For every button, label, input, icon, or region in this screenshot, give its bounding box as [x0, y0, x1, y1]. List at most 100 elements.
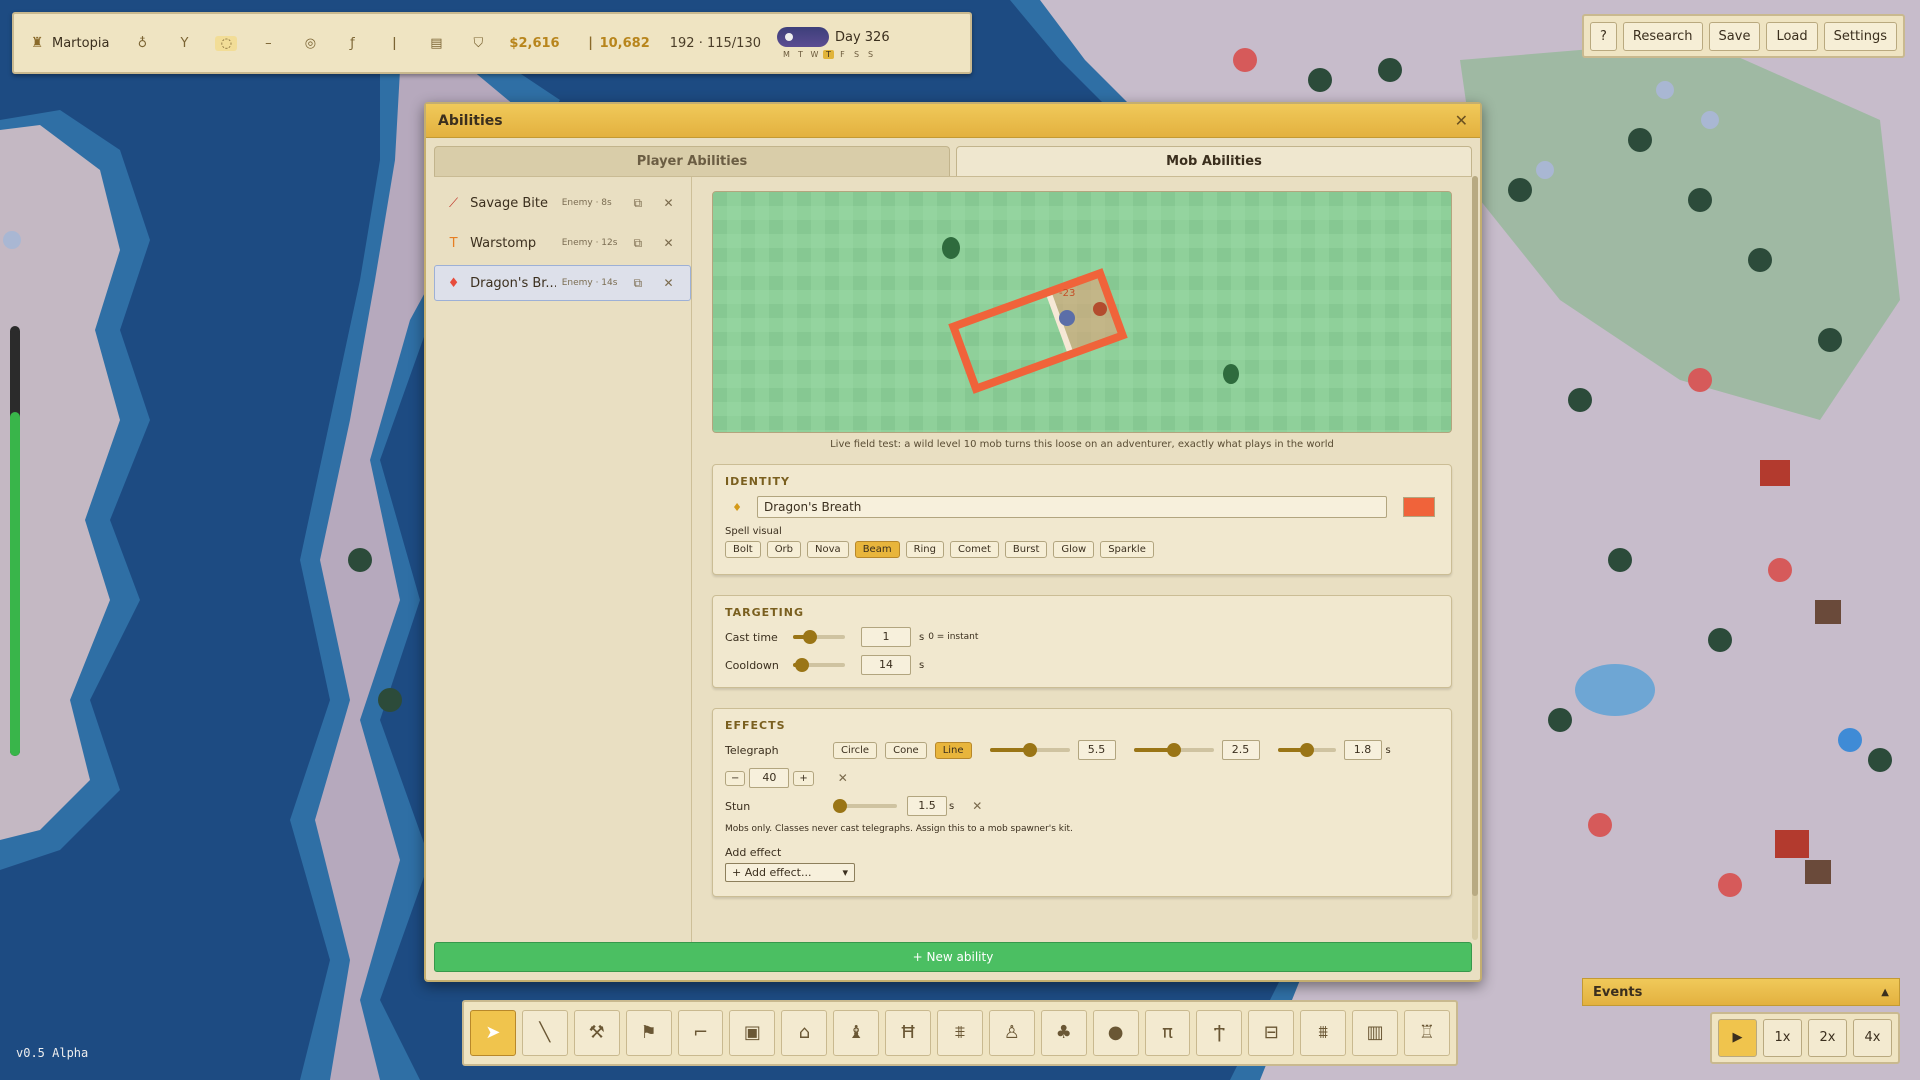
duplicate-icon[interactable]: ⧉ — [626, 236, 649, 251]
torch-icon[interactable]: ǀ — [383, 36, 405, 51]
telegraph-length-input[interactable]: 5.5 — [1077, 740, 1116, 760]
save-button[interactable]: Save — [1708, 21, 1761, 51]
close-icon[interactable]: ✕ — [657, 276, 680, 290]
visual-glow[interactable]: Glow — [1053, 541, 1095, 558]
telegraph-width-slider[interactable] — [1133, 743, 1214, 757]
visual-beam[interactable]: Beam — [854, 541, 900, 558]
dialog-body: ⟋ Savage Bite Enemy · 8s ⧉ ✕ T Warstomp … — [434, 176, 1472, 942]
visual-sparkle[interactable]: Sparkle — [1100, 541, 1154, 558]
list-item[interactable]: T Warstomp Enemy · 12s ⧉ ✕ — [434, 225, 691, 261]
tower-icon[interactable]: ♖ — [1404, 1010, 1450, 1056]
shrine-icon[interactable]: ⩩ — [1300, 1010, 1347, 1056]
visual-burst[interactable]: Burst — [1004, 541, 1048, 558]
shape-cone[interactable]: Cone — [885, 741, 927, 759]
potion-icon[interactable]: ♁ — [131, 36, 153, 51]
targeting-section: TARGETING Cast time 1 s 0 = instant Cool… — [712, 595, 1452, 688]
gem-icon[interactable]: ◎ — [299, 36, 321, 51]
chevron-up-icon[interactable]: ▲ — [1881, 987, 1889, 998]
kingdom-name[interactable]: ♜ Martopia — [28, 35, 110, 51]
tree-icon[interactable]: ♣ — [1040, 1010, 1087, 1056]
bridge-icon[interactable]: ⩨ — [937, 1010, 983, 1056]
stun-slider[interactable] — [833, 799, 897, 813]
statue-icon[interactable]: ♝ — [833, 1010, 880, 1056]
help-button[interactable]: ? — [1590, 21, 1617, 51]
telegraph-width-input[interactable]: 2.5 — [1221, 740, 1260, 760]
flame-icon[interactable]: ♦ — [725, 501, 749, 514]
cast-time-input[interactable]: 1 — [861, 627, 911, 647]
cast-time-note: 0 = instant — [928, 632, 979, 642]
house-icon[interactable]: ⌂ — [781, 1010, 828, 1056]
telegraph-duration-input[interactable]: 1.8 — [1343, 740, 1382, 760]
cursor-icon[interactable]: ➤ — [470, 1010, 516, 1056]
close-icon[interactable]: ✕ — [972, 799, 982, 813]
axe-icon[interactable]: ƒ — [341, 36, 363, 51]
rock-icon[interactable]: ● — [1092, 1010, 1139, 1056]
close-icon[interactable]: ✕ — [838, 771, 848, 785]
ability-meta: Enemy · 12s — [561, 238, 618, 248]
weekday-0: M — [783, 50, 790, 59]
tab-player-abilities[interactable]: Player Abilities — [434, 146, 950, 176]
load-button[interactable]: Load — [1766, 21, 1818, 51]
dialog-scrollbar[interactable] — [1472, 176, 1478, 940]
damage-input[interactable]: 40 — [749, 768, 790, 788]
castle-icon: ♜ — [30, 35, 44, 51]
damage-decrement-button[interactable]: − — [725, 770, 746, 786]
scroll-icon[interactable]: ▤ — [425, 36, 447, 51]
lantern-icon[interactable]: ▥ — [1352, 1010, 1399, 1056]
cart-icon[interactable]: ⊟ — [1248, 1010, 1295, 1056]
bench-icon[interactable]: π — [1144, 1010, 1191, 1056]
ability-meta: Enemy · 14s — [561, 278, 618, 288]
close-icon[interactable]: ✕ — [1455, 111, 1468, 130]
speed-2x-button[interactable]: 2x — [1808, 1019, 1847, 1057]
chest-icon[interactable]: ▣ — [729, 1010, 776, 1056]
play-button[interactable]: ▶ — [1718, 1019, 1757, 1057]
cast-time-slider[interactable] — [793, 630, 845, 644]
telegraph-length-slider[interactable] — [989, 743, 1070, 757]
settings-button[interactable]: Settings — [1823, 21, 1897, 51]
list-item[interactable]: ⟋ Savage Bite Enemy · 8s ⧉ ✕ — [434, 185, 691, 221]
duplicate-icon[interactable]: ⧉ — [626, 196, 649, 211]
visual-nova[interactable]: Nova — [807, 541, 849, 558]
wand-icon[interactable]: ╲ — [521, 1010, 568, 1056]
hammer-icon[interactable]: ⚒ — [573, 1010, 620, 1056]
shape-circle[interactable]: Circle — [833, 741, 878, 759]
telegraph-duration-slider[interactable] — [1277, 743, 1336, 757]
weekday-2: W — [810, 50, 819, 59]
add-effect-select[interactable]: + Add effect... ▾ — [725, 863, 855, 882]
speed-4x-button[interactable]: 4x — [1853, 1019, 1892, 1057]
close-icon[interactable]: ✕ — [657, 196, 680, 210]
wall-icon[interactable]: ⌐ — [677, 1010, 724, 1056]
ability-meta: Enemy · 8s — [561, 198, 612, 208]
cooldown-input[interactable]: 14 — [861, 655, 911, 675]
moon-phase-icon — [776, 27, 829, 47]
cooldown-slider[interactable] — [793, 658, 845, 672]
ability-preview[interactable]: -23 — [712, 191, 1452, 433]
visual-orb[interactable]: Orb — [766, 541, 802, 558]
wizard-icon[interactable]: ♙ — [988, 1010, 1035, 1056]
sword-icon[interactable]: – — [257, 36, 279, 51]
population-icon: ǀ — [588, 35, 593, 51]
torch-icon[interactable]: Ϯ — [1196, 1010, 1243, 1056]
close-icon[interactable]: ✕ — [657, 236, 680, 250]
banner-icon[interactable]: ⚑ — [625, 1010, 672, 1056]
highlight-resource-icon[interactable]: ◌ — [215, 35, 238, 51]
new-ability-button[interactable]: + New ability — [434, 942, 1472, 972]
tab-mob-abilities[interactable]: Mob Abilities — [956, 146, 1472, 176]
telegraph-label: Telegraph — [725, 743, 779, 757]
visual-ring[interactable]: Ring — [905, 541, 944, 558]
color-swatch[interactable] — [1403, 497, 1435, 517]
duplicate-icon[interactable]: ⧉ — [626, 276, 649, 291]
shield-icon[interactable]: ⛉ — [467, 36, 489, 51]
ability-name-input[interactable]: Dragon's Breath — [757, 496, 1387, 518]
damage-increment-button[interactable]: + — [793, 770, 814, 786]
herb-icon[interactable]: Y — [173, 36, 195, 51]
visual-comet[interactable]: Comet — [950, 541, 999, 558]
research-button[interactable]: Research — [1622, 21, 1703, 51]
visual-bolt[interactable]: Bolt — [725, 541, 761, 558]
gate-icon[interactable]: Ħ — [885, 1010, 932, 1056]
stun-input[interactable]: 1.5 — [907, 796, 947, 816]
events-panel[interactable]: Events ▲ — [1582, 978, 1900, 1006]
shape-line[interactable]: Line — [934, 741, 972, 759]
speed-1x-button[interactable]: 1x — [1763, 1019, 1802, 1057]
list-item[interactable]: ♦ Dragon's Br... Enemy · 14s ⧉ ✕ — [434, 265, 691, 301]
